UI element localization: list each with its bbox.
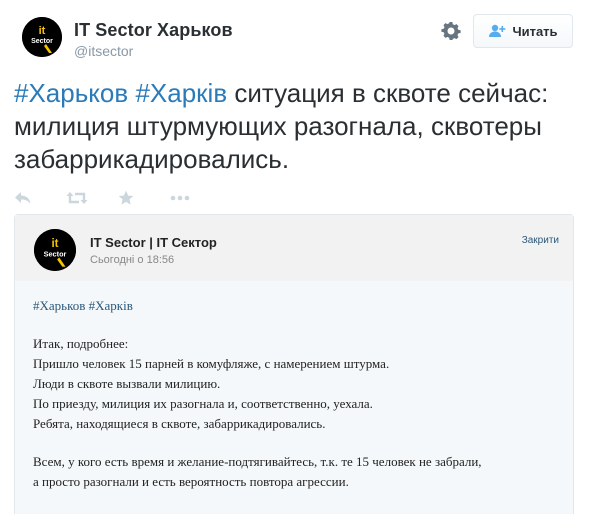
card-text-line: По приезду, милиция их разогнала и, соот… bbox=[33, 396, 373, 411]
retweet-button[interactable] bbox=[66, 188, 118, 208]
more-icon bbox=[170, 195, 190, 201]
gear-icon[interactable] bbox=[441, 21, 461, 41]
it-sector-logo: it Sector bbox=[34, 229, 76, 271]
favorite-icon bbox=[118, 190, 134, 205]
svg-text:Sector: Sector bbox=[44, 249, 67, 258]
card-text-line: Итак, подробнее: bbox=[33, 336, 129, 351]
svg-text:Sector: Sector bbox=[31, 38, 53, 45]
follow-button-label: Читать bbox=[512, 23, 558, 39]
card-text-line: Пришло человек 15 парней в комуфляже, с … bbox=[33, 356, 390, 371]
card-source-name[interactable]: IT Sector | IT Сектор bbox=[90, 235, 217, 250]
more-button[interactable] bbox=[170, 188, 222, 208]
card-text-line: а просто разогнали и есть вероятность по… bbox=[33, 474, 349, 489]
svg-text:it: it bbox=[39, 25, 46, 37]
card-body: #Харьков #Харків Итак, подробнее: Пришло… bbox=[33, 297, 563, 492]
reply-button[interactable] bbox=[14, 188, 66, 208]
card-text-line: Всем, у кого есть время и желание-подтяг… bbox=[33, 454, 482, 469]
hashtag-link[interactable]: #Харьков bbox=[14, 78, 128, 108]
author-name[interactable]: IT Sector Харьков bbox=[74, 20, 233, 41]
embedded-post-card: it Sector IT Sector | IT Сектор Сьогодні… bbox=[14, 214, 574, 514]
reply-icon bbox=[15, 192, 31, 204]
card-text-line: Люди в сквоте вызвали милицию. bbox=[33, 376, 221, 391]
card-timestamp: Сьогодні о 18:56 bbox=[90, 254, 175, 266]
hashtag-link[interactable]: #Харків bbox=[135, 78, 227, 108]
tweet-actions bbox=[14, 188, 222, 208]
retweet-icon bbox=[66, 192, 88, 204]
tweet-text: #Харьков #Харків ситуация в сквоте сейча… bbox=[14, 77, 579, 176]
author-handle[interactable]: @itsector bbox=[74, 43, 133, 59]
follow-button[interactable]: Читать bbox=[473, 14, 573, 48]
card-avatar[interactable]: it Sector bbox=[34, 229, 76, 271]
card-close-link[interactable]: Закрити bbox=[522, 235, 559, 246]
author-avatar[interactable]: it Sector bbox=[22, 17, 62, 57]
favorite-button[interactable] bbox=[118, 188, 170, 208]
card-hashtags[interactable]: #Харьков #Харків bbox=[33, 297, 563, 314]
it-sector-logo: it Sector bbox=[22, 17, 62, 57]
svg-text:it: it bbox=[51, 238, 58, 250]
add-user-icon bbox=[489, 24, 506, 37]
card-text-line: Ребята, находящиеся в сквоте, забаррикад… bbox=[33, 416, 326, 431]
